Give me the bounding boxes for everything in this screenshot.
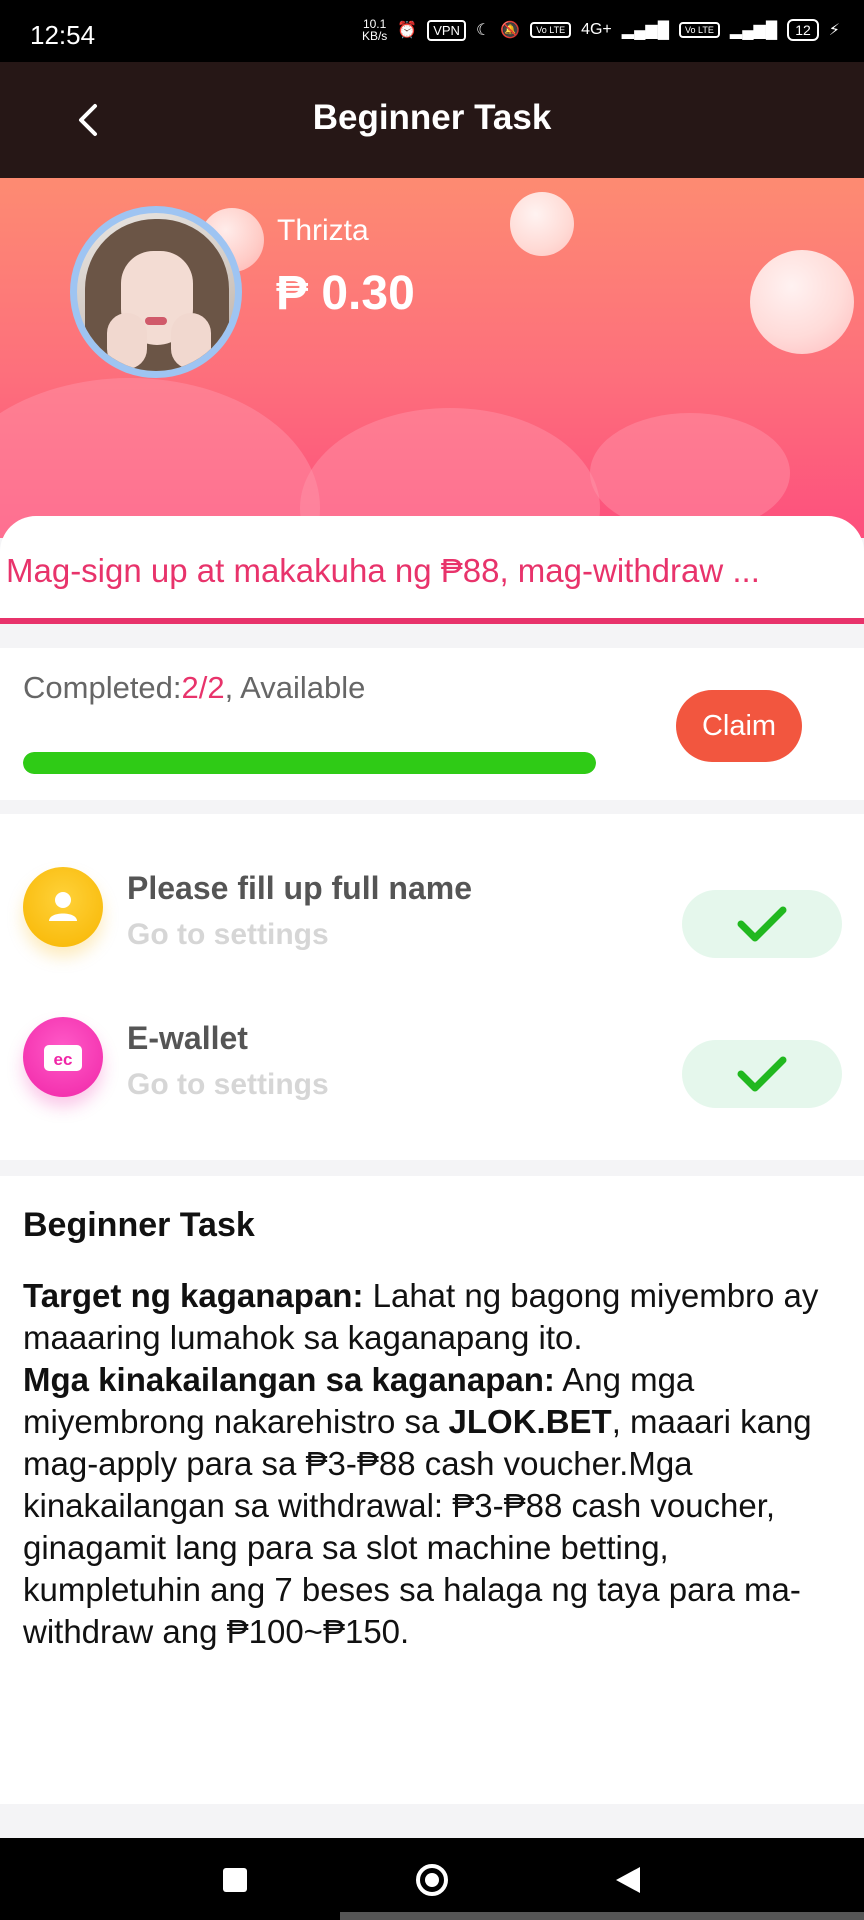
notice-text: Mag-sign up at makakuha ng ₱88, mag-with…	[6, 552, 760, 589]
rules-title: Beginner Task	[23, 1206, 255, 1244]
user-name: Thrizta	[277, 214, 369, 247]
network-type: 4G+	[581, 21, 612, 38]
task-done-badge	[682, 1040, 842, 1108]
gesture-indicator	[340, 1912, 864, 1920]
status-time: 12:54	[30, 20, 96, 50]
checkmark-icon	[737, 1056, 787, 1092]
rules-body: Target ng kaganapan: Lahat ng bagong miy…	[23, 1275, 841, 1653]
svg-text:ec: ec	[54, 1050, 73, 1069]
signal-icon-1: ▂▄▆█	[621, 22, 670, 39]
progress-count: 2/2	[181, 670, 225, 705]
battery-level: 12	[787, 19, 819, 41]
page-title: Beginner Task	[312, 98, 552, 137]
decor-blob	[0, 378, 320, 538]
claim-button[interactable]: Claim	[676, 690, 802, 762]
task-title: E-wallet	[127, 1020, 248, 1056]
decor-bubble	[510, 192, 574, 256]
back-nav-button[interactable]	[604, 1856, 652, 1904]
recents-button[interactable]	[211, 1856, 259, 1904]
progress-text: Completed:2/2, Available	[23, 670, 365, 706]
home-button[interactable]	[408, 1856, 456, 1904]
signal-icon-2: ▂▄▆█	[729, 22, 778, 39]
brand-name: JLOK.BET	[448, 1403, 612, 1440]
task-title: Please fill up full name	[127, 870, 472, 906]
alarm-icon: ⏰	[397, 22, 418, 39]
status-bar: 12:54 10.1 KB/s ⏰ VPN ☾ 🔕 Vo LTE 4G+ ▂▄▆…	[0, 0, 864, 62]
vpn-badge: VPN	[427, 19, 466, 41]
progress-fill	[23, 752, 596, 774]
back-icon	[616, 1867, 640, 1893]
checkmark-icon	[737, 906, 787, 942]
task-subtitle: Go to settings	[127, 1068, 329, 1101]
system-nav-bar	[0, 1838, 864, 1920]
task-item-full-name[interactable]: Please fill up full name Go to settings	[0, 832, 864, 972]
notice-card[interactable]: Mag-sign up at makakuha ng ₱88, mag-with…	[0, 516, 864, 624]
charging-icon: ⚡	[828, 22, 840, 39]
task-subtitle: Go to settings	[127, 918, 329, 951]
volte-badge-2: Vo LTE	[679, 22, 720, 38]
app-header: Beginner Task	[0, 62, 864, 178]
decor-blob	[590, 413, 790, 533]
volte-badge-1: Vo LTE	[530, 22, 572, 38]
progress-section: Completed:2/2, Available Claim	[0, 648, 864, 800]
progress-bar	[23, 752, 596, 774]
decor-bubble	[750, 250, 854, 354]
requirements-label: Mga kinakailangan sa kaganapan:	[23, 1361, 555, 1398]
rules-section: Beginner Task Target ng kaganapan: Lahat…	[0, 1176, 864, 1804]
home-icon	[416, 1864, 448, 1896]
net-speed: 10.1 KB/s	[361, 17, 388, 43]
requirements-text-2: , maaari kang mag-apply para sa ₱3-₱88 c…	[23, 1403, 812, 1650]
task-list: Please fill up full name Go to settings …	[0, 814, 864, 1160]
progress-label: Completed:	[23, 670, 182, 705]
user-icon	[23, 867, 103, 947]
task-item-e-wallet[interactable]: ec E-wallet Go to settings	[0, 982, 864, 1122]
avatar	[70, 206, 242, 378]
profile-banner: Thrizta ₱ 0.30	[0, 178, 864, 538]
progress-status: , Available	[224, 670, 366, 705]
status-icons: 10.1 KB/s ⏰ VPN ☾ 🔕 Vo LTE 4G+ ▂▄▆█ Vo L…	[362, 18, 840, 42]
target-label: Target ng kaganapan:	[23, 1277, 364, 1314]
balance-amount: ₱ 0.30	[276, 267, 415, 320]
task-done-badge	[682, 890, 842, 958]
recents-icon	[223, 1868, 247, 1892]
moon-icon: ☾	[475, 22, 491, 39]
mute-icon: 🔕	[500, 22, 521, 39]
wallet-icon: ec	[23, 1017, 103, 1097]
